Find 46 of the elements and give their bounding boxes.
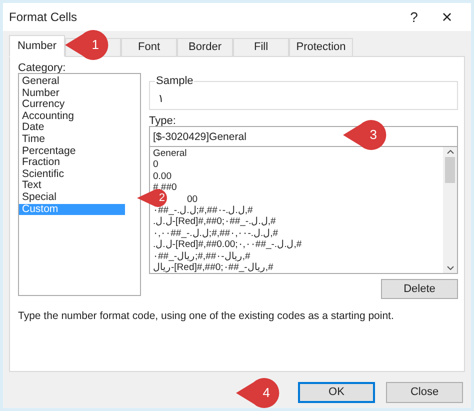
description-text: Type the number format code, using one of the existing codes as a starting point.: [18, 309, 394, 324]
format-code-item[interactable]: 00: [187, 194, 198, 205]
tab[interactable]: Fill: [233, 38, 289, 57]
format-code-item[interactable]: ل.ل.-[Red]#,##0.00;ل.ل.-_##٠,٠٠,#: [153, 239, 302, 251]
category-item[interactable]: General: [19, 76, 125, 88]
category-item[interactable]: Fraction: [19, 157, 125, 169]
format-code-item[interactable]: 0.00: [153, 170, 172, 182]
delete-button[interactable]: Delete: [381, 279, 458, 299]
tab[interactable]: Border: [177, 38, 233, 57]
category-item[interactable]: Text: [19, 180, 125, 192]
window-title: Format Cells: [9, 9, 78, 26]
callout-tooltip: 1: [65, 30, 111, 60]
scroll-up-icon[interactable]: [446, 150, 454, 154]
format-code-item[interactable]: ريال-٠##,#;ريال-_##٠,#: [153, 250, 250, 262]
close-button[interactable]: ×: [429, 4, 465, 30]
format-code-item[interactable]: ل.ل.-[Red]#,##0;ل.ل.-_##٠,#: [153, 216, 276, 228]
dialog-button[interactable]: OK: [298, 382, 375, 403]
format-code-item[interactable]: 0: [153, 159, 158, 171]
tab[interactable]: Protection: [289, 38, 353, 57]
callout-tooltip: 3: [343, 120, 389, 150]
type-label: Type:: [149, 114, 176, 129]
dialog-button[interactable]: Close: [386, 382, 463, 403]
category-label: Category:: [18, 61, 66, 76]
format-code-item[interactable]: ريال-[Red]#,##0;ريال-_##٠,#: [153, 262, 274, 273]
category-item[interactable]: Time: [19, 134, 125, 146]
category-item[interactable]: Date: [19, 122, 125, 134]
scrollbar[interactable]: [443, 147, 457, 273]
sample-label: Sample: [155, 73, 194, 90]
category-list[interactable]: General Number Currency Accounting Date Time Percentage Fraction Scientific Text Special Custom: [18, 73, 141, 296]
format-code-item[interactable]: ل.ل.-٠##,#;ل.ل.-_##٠,#: [153, 204, 253, 216]
category-item[interactable]: Accounting: [19, 110, 125, 122]
scroll-down-icon[interactable]: [446, 266, 454, 270]
tab[interactable]: Font: [121, 38, 177, 57]
scrollbar-thumb[interactable]: [445, 157, 455, 183]
category-item[interactable]: Percentage: [19, 146, 125, 158]
format-code-item[interactable]: General: [153, 148, 187, 160]
tab[interactable]: Number: [9, 35, 65, 57]
category-item[interactable]: Number: [19, 88, 125, 100]
category-item[interactable]: Special: [19, 192, 125, 204]
format-code-item[interactable]: #,##0: [153, 182, 177, 194]
category-item[interactable]: Currency: [19, 99, 125, 111]
format-code-item[interactable]: ل.ل.-٠,٠٠##,#;ل.ل.-_##٠,٠٠,#: [153, 228, 278, 240]
category-item[interactable]: Scientific: [19, 168, 125, 180]
help-button[interactable]: ?: [399, 6, 429, 28]
sample-value: ١: [158, 92, 164, 107]
callout-tooltip: 4: [236, 378, 282, 408]
